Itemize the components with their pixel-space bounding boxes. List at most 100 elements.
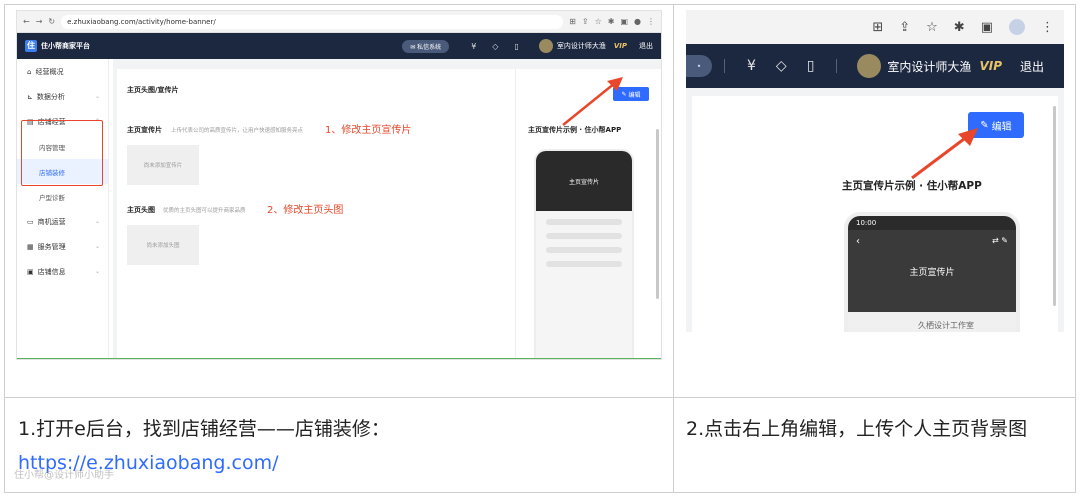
chart-icon: ⊾ xyxy=(27,92,33,101)
star-icon[interactable]: ☆ xyxy=(926,20,938,35)
sidebar-subitem-floorplan[interactable]: 户型诊断 xyxy=(17,184,108,209)
menu-icon[interactable]: ⋮ xyxy=(647,17,655,26)
left-screenshot: ← → ↻ e.zhuxiaobang.com/activity/home-ba… xyxy=(16,10,662,360)
phone-hero-label: 主页宣传片 xyxy=(568,178,599,186)
sidebar-item-label: 商机运营 xyxy=(37,217,66,226)
reload-icon[interactable]: ↻ xyxy=(48,17,55,26)
sidebar: ⌂ 经营概况 ⊾ 数据分析 ⌄ ▤ 店铺经营 ⌃ 内容管理 店铺装修 户型诊断 ▭ 商机运营… xyxy=(17,59,109,359)
highlight-box xyxy=(21,120,103,186)
caption-step-1: 1.打开e后台，找到店铺经营——店铺装修： https://e.zhuxiaob… xyxy=(18,412,658,480)
placeholder-line xyxy=(546,247,622,253)
graduation-icon[interactable]: ◇ xyxy=(776,58,787,74)
chevron-down-icon: ⌄ xyxy=(94,218,100,225)
arrow-icon xyxy=(911,128,978,180)
app-logo[interactable]: 住住小帮商家平台 xyxy=(25,40,90,52)
avatar[interactable] xyxy=(857,54,882,78)
sidebar-item-label: 店铺信息 xyxy=(37,267,66,276)
mobile-icon[interactable]: ▯ xyxy=(807,58,815,74)
video-upload-box[interactable]: 尚未添加宣传片 xyxy=(127,145,199,185)
scrollbar[interactable] xyxy=(656,129,659,299)
caption-text: 1.打开e后台，找到店铺经营——店铺装修： xyxy=(18,418,390,440)
profile-icon[interactable]: ● xyxy=(634,17,641,26)
chevron-down-icon: ⌄ xyxy=(94,243,100,250)
vip-badge: VIP xyxy=(613,42,627,50)
translate-icon[interactable]: ⊞ xyxy=(872,20,883,35)
arrow-icon xyxy=(562,77,623,126)
star-icon[interactable]: ☆ xyxy=(595,17,602,26)
divider xyxy=(17,358,661,359)
row-label-video: 主页宣传片 xyxy=(127,126,162,134)
studio-name: 久栖设计工作室 xyxy=(918,321,974,330)
sidebar-item-overview[interactable]: ⌂ 经营概况 xyxy=(17,59,108,84)
back-arrow-icon: ‹ xyxy=(856,236,860,247)
phone-hero: ‹ ⇄ ✎ 主页宣传片 xyxy=(848,230,1016,312)
mobile-icon[interactable]: ▯ xyxy=(514,42,518,51)
app-header: • ¥ ◇ ▯ 室内设计师大渔 VIP 退出 xyxy=(686,44,1064,88)
caption-text: 2.点击右上角编辑，上传个人主页背景图 xyxy=(686,418,1028,440)
home-icon: ⌂ xyxy=(27,67,32,76)
info-icon: ▣ xyxy=(27,267,34,276)
sidebar-item-info[interactable]: ▣ 店铺信息 ⌄ xyxy=(17,259,108,284)
divider xyxy=(724,59,725,73)
preview-title: 主页宣传片示例 · 住小帮APP xyxy=(842,180,982,192)
profile-icon[interactable] xyxy=(1009,19,1025,35)
logout-link[interactable]: 退出 xyxy=(1020,58,1044,75)
menu-icon[interactable]: ⋮ xyxy=(1041,20,1054,35)
share-icon[interactable]: ⇪ xyxy=(899,20,910,35)
row-desc-banner: 优质的主页头图可以提升商家品质 xyxy=(163,208,246,214)
money-icon[interactable]: ¥ xyxy=(747,58,756,74)
money-icon[interactable]: ¥ xyxy=(471,42,476,51)
message-button[interactable]: ✉ 私信系统 xyxy=(402,39,450,53)
caption-step-2: 2.点击右上角编辑，上传个人主页背景图 xyxy=(686,412,1066,446)
banner-upload-box[interactable]: 尚未添加头图 xyxy=(127,225,199,265)
annotation-note-2: 2、修改主页头图 xyxy=(267,205,344,216)
edit-label: 编辑 xyxy=(991,121,1012,133)
app-logo-text: 住小帮商家平台 xyxy=(41,42,90,50)
back-icon[interactable]: ← xyxy=(23,17,30,26)
service-icon: ▦ xyxy=(27,242,34,251)
sidebar-item-service[interactable]: ▦ 服务管理 ⌄ xyxy=(17,234,108,259)
phone-status-bar: 10:00 xyxy=(848,216,1016,230)
sidebar-item-label: 经营概况 xyxy=(35,67,64,76)
message-label: 私信系统 xyxy=(417,43,442,51)
sidebar-item-leads[interactable]: ▭ 商机运营 ⌄ xyxy=(17,209,108,234)
user-name[interactable]: 室内设计师大渔 xyxy=(887,58,971,75)
vip-badge: VIP xyxy=(979,59,1002,73)
message-button[interactable]: • xyxy=(686,55,712,77)
share-icon[interactable]: ⇪ xyxy=(582,17,589,26)
extensions-icon[interactable]: ✱ xyxy=(954,20,965,35)
url-text: e.zhuxiaobang.com/activity/home-banner/ xyxy=(67,17,216,26)
graduation-icon[interactable]: ◇ xyxy=(492,42,498,51)
sidepanel-icon[interactable]: ▣ xyxy=(981,20,993,35)
phone-mockup: 10:00 ‹ ⇄ ✎ 主页宣传片 久栖设计工作室 xyxy=(844,212,1020,332)
right-screenshot: ⊞ ⇪ ☆ ✱ ▣ ⋮ • ¥ ◇ ▯ 室内设计师大渔 VIP 退出 ✎ 编辑 主… xyxy=(686,10,1064,332)
logout-link[interactable]: 退出 xyxy=(639,41,653,51)
divider xyxy=(836,59,838,73)
logo-icon: 住 xyxy=(25,40,37,52)
settings-panel: 主页头图/宣传片 主页宣传片 上传代表公司的高质宣传片，让用户快速感知服务亮点 … xyxy=(117,69,517,359)
chevron-down-icon: ⌄ xyxy=(94,93,100,100)
sidepanel-icon[interactable]: ▣ xyxy=(620,17,628,26)
address-bar[interactable]: e.zhuxiaobang.com/activity/home-banner/ xyxy=(61,14,564,29)
scrollbar[interactable] xyxy=(1053,106,1056,306)
phone-mockup: 主页宣传片 xyxy=(534,149,634,359)
chevron-down-icon: ⌄ xyxy=(94,268,100,275)
placeholder-line xyxy=(546,233,622,239)
user-menu[interactable]: 室内设计师大渔 VIP xyxy=(538,39,627,53)
translate-icon[interactable]: ⊞ xyxy=(569,17,576,26)
column-divider xyxy=(673,4,674,493)
annotation-note-1: 1、修改主页宣传片 xyxy=(325,125,412,136)
forward-icon[interactable]: → xyxy=(36,17,43,26)
share-icon: ⇄ ✎ xyxy=(992,236,1008,245)
extensions-icon[interactable]: ✱ xyxy=(608,17,615,26)
leads-icon: ▭ xyxy=(27,217,34,226)
browser-bar: ⊞ ⇪ ☆ ✱ ▣ ⋮ xyxy=(686,10,1064,44)
upload-placeholder: 尚未添加宣传片 xyxy=(143,163,183,169)
sidebar-item-analytics[interactable]: ⊾ 数据分析 ⌄ xyxy=(17,84,108,109)
phone-time: 10:00 xyxy=(856,219,877,227)
avatar xyxy=(538,39,553,53)
sidebar-item-label: 数据分析 xyxy=(36,92,65,101)
placeholder-line xyxy=(546,219,622,225)
upload-placeholder: 尚未添加头图 xyxy=(146,243,180,249)
browser-bar: ← → ↻ e.zhuxiaobang.com/activity/home-ba… xyxy=(17,11,661,33)
